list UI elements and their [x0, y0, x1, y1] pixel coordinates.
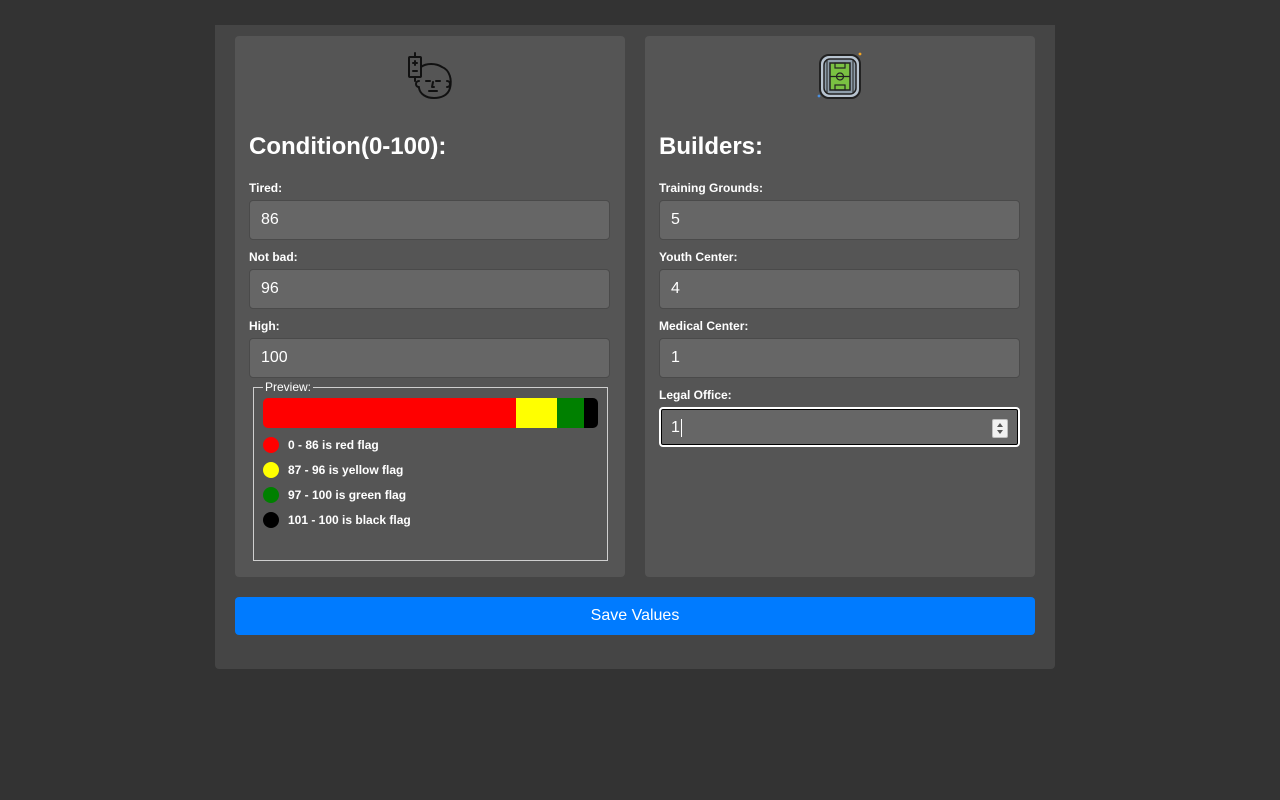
- spinner-up-icon[interactable]: [997, 423, 1003, 427]
- high-label: High:: [249, 319, 280, 333]
- spinner-down-icon[interactable]: [997, 430, 1003, 434]
- youth-center-input[interactable]: 4: [659, 269, 1020, 309]
- bar-segment-red: [263, 398, 516, 428]
- medical-center-label: Medical Center:: [659, 319, 749, 333]
- legal-office-value: 1: [671, 419, 680, 436]
- builders-title: Builders:: [659, 133, 764, 160]
- bar-segment-green: [557, 398, 584, 428]
- training-grounds-label: Training Grounds:: [659, 181, 763, 195]
- flag-preview-bar: [263, 398, 598, 428]
- legend-item-yellow: 87 - 96 is yellow flag: [263, 462, 403, 478]
- number-spinner[interactable]: [992, 419, 1008, 438]
- bar-segment-black: [583, 398, 598, 428]
- legal-office-label: Legal Office:: [659, 388, 732, 402]
- medical-center-input[interactable]: 1: [659, 338, 1020, 378]
- high-input[interactable]: 100: [249, 338, 610, 378]
- not-bad-input[interactable]: 96: [249, 269, 610, 309]
- green-dot-icon: [263, 487, 279, 503]
- preview-legend: Preview:: [263, 380, 314, 394]
- tired-face-battery-icon: [408, 52, 452, 99]
- settings-container: Condition(0-100): Tired: 86 Not bad: 96 …: [215, 25, 1055, 669]
- legend-item-green: 97 - 100 is green flag: [263, 487, 406, 503]
- tired-input[interactable]: 86: [249, 200, 610, 240]
- red-dot-icon: [263, 437, 279, 453]
- flag-preview: Preview: 0 - 86 is red flag 87 - 96 is y…: [253, 380, 608, 561]
- training-grounds-input[interactable]: 5: [659, 200, 1020, 240]
- legend-text-black: 101 - 100 is black flag: [288, 513, 411, 527]
- legend-text-yellow: 87 - 96 is yellow flag: [288, 463, 404, 477]
- legend-item-red: 0 - 86 is red flag: [263, 437, 379, 453]
- black-dot-icon: [263, 512, 279, 528]
- save-values-button[interactable]: Save Values: [235, 597, 1035, 635]
- condition-title: Condition(0-100):: [249, 133, 447, 160]
- legal-office-input[interactable]: 1: [659, 407, 1020, 447]
- bar-segment-yellow: [515, 398, 558, 428]
- condition-panel: Condition(0-100): Tired: 86 Not bad: 96 …: [235, 36, 625, 577]
- not-bad-label: Not bad:: [249, 250, 298, 264]
- builders-panel: Builders: Training Grounds: 5 Youth Cent…: [645, 36, 1035, 577]
- legend-text-green: 97 - 100 is green flag: [288, 488, 407, 502]
- tired-label: Tired:: [249, 181, 283, 195]
- youth-center-label: Youth Center:: [659, 250, 738, 264]
- yellow-dot-icon: [263, 462, 279, 478]
- legend-item-black: 101 - 100 is black flag: [263, 512, 411, 528]
- stadium-icon: [817, 52, 862, 99]
- legend-text-red: 0 - 86 is red flag: [288, 438, 379, 452]
